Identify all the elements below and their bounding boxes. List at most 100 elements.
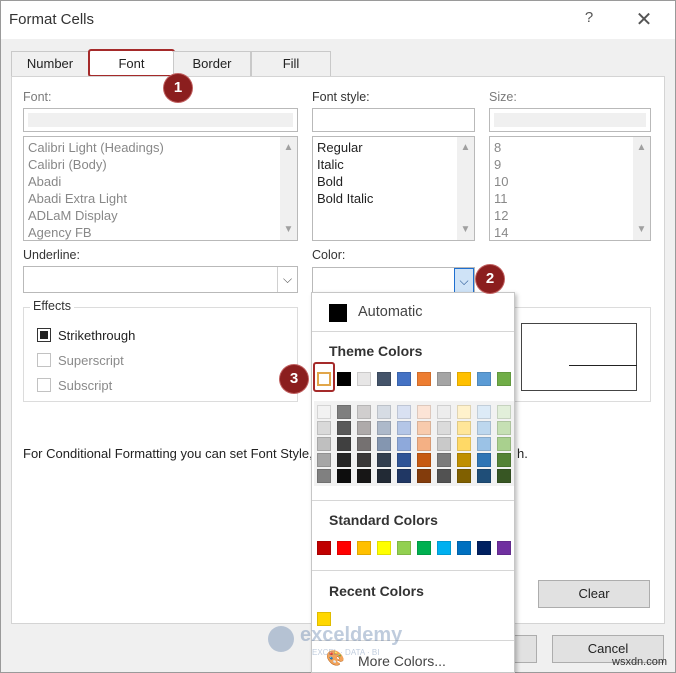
theme-shade-swatch[interactable] <box>397 405 411 419</box>
size-list[interactable]: 8 9 10 11 12 14 ▲ ▼ <box>489 136 651 241</box>
font-list[interactable]: Calibri Light (Headings) Calibri (Body) … <box>23 136 298 241</box>
theme-shade-swatch[interactable] <box>477 421 491 435</box>
standard-color-swatch[interactable] <box>437 541 451 555</box>
theme-color-swatch[interactable] <box>437 372 451 386</box>
chevron-down-icon[interactable]: ⌵ <box>277 267 297 292</box>
theme-shade-swatch[interactable] <box>497 405 511 419</box>
theme-shade-swatch[interactable] <box>317 469 331 483</box>
list-item[interactable]: Calibri Light (Headings) <box>24 139 297 156</box>
theme-shade-swatch[interactable] <box>477 405 491 419</box>
clear-button[interactable]: Clear <box>538 580 650 608</box>
font-style-input[interactable] <box>312 108 475 132</box>
list-item[interactable]: ADLaM Display <box>24 207 297 224</box>
theme-shade-swatch[interactable] <box>497 437 511 451</box>
theme-shade-swatch[interactable] <box>337 453 351 467</box>
list-item[interactable]: 9 <box>490 156 650 173</box>
theme-shade-swatch[interactable] <box>357 469 371 483</box>
theme-shade-swatch[interactable] <box>417 405 431 419</box>
scroll-up-icon[interactable]: ▲ <box>633 139 650 156</box>
list-item[interactable]: 14 <box>490 224 650 240</box>
theme-shade-swatch[interactable] <box>357 405 371 419</box>
chevron-down-icon[interactable]: ⌵ <box>454 268 474 293</box>
theme-shade-swatch[interactable] <box>317 453 331 467</box>
standard-color-swatch[interactable] <box>377 541 391 555</box>
theme-shade-swatch[interactable] <box>377 453 391 467</box>
theme-shade-swatch[interactable] <box>437 405 451 419</box>
standard-color-swatch[interactable] <box>357 541 371 555</box>
subscript-label[interactable]: Subscript <box>58 378 112 393</box>
help-button[interactable]: ? <box>579 9 599 31</box>
scroll-up-icon[interactable]: ▲ <box>457 139 474 156</box>
theme-color-swatch[interactable] <box>357 372 371 386</box>
theme-shade-swatch[interactable] <box>377 421 391 435</box>
theme-shade-swatch[interactable] <box>477 469 491 483</box>
scroll-up-icon[interactable]: ▲ <box>280 139 297 156</box>
list-item[interactable]: 12 <box>490 207 650 224</box>
theme-color-swatch[interactable] <box>377 372 391 386</box>
scroll-down-icon[interactable]: ▼ <box>633 221 650 238</box>
tab-number[interactable]: Number <box>11 51 89 77</box>
theme-shade-swatch[interactable] <box>417 421 431 435</box>
automatic-color-swatch[interactable] <box>329 304 347 322</box>
theme-shade-swatch[interactable] <box>397 437 411 451</box>
theme-shade-swatch[interactable] <box>377 469 391 483</box>
theme-shade-swatch[interactable] <box>397 453 411 467</box>
standard-color-swatch[interactable] <box>477 541 491 555</box>
list-item[interactable]: Abadi Extra Light <box>24 190 297 207</box>
theme-shade-swatch[interactable] <box>437 437 451 451</box>
theme-shade-swatch[interactable] <box>357 421 371 435</box>
theme-shade-swatch[interactable] <box>457 469 471 483</box>
theme-color-swatch[interactable] <box>417 372 431 386</box>
list-item[interactable]: Bold Italic <box>313 190 474 207</box>
color-dropdown[interactable]: ⌵ <box>312 267 475 294</box>
tab-fill[interactable]: Fill <box>251 51 331 77</box>
theme-shade-swatch[interactable] <box>417 453 431 467</box>
theme-color-swatch[interactable] <box>477 372 491 386</box>
theme-color-swatch[interactable] <box>457 372 471 386</box>
superscript-checkbox[interactable] <box>37 353 51 367</box>
standard-color-swatch[interactable] <box>397 541 411 555</box>
theme-shade-swatch[interactable] <box>337 437 351 451</box>
theme-shade-swatch[interactable] <box>497 469 511 483</box>
scroll-down-icon[interactable]: ▼ <box>457 221 474 238</box>
theme-shade-swatch[interactable] <box>497 421 511 435</box>
list-item[interactable]: 8 <box>490 139 650 156</box>
list-item[interactable]: Abadi <box>24 173 297 190</box>
theme-shade-swatch[interactable] <box>397 421 411 435</box>
theme-shade-swatch[interactable] <box>337 469 351 483</box>
font-style-scrollbar[interactable]: ▲ ▼ <box>457 137 474 240</box>
tab-border[interactable]: Border <box>173 51 251 77</box>
standard-color-swatch[interactable] <box>497 541 511 555</box>
theme-shade-swatch[interactable] <box>377 405 391 419</box>
scroll-down-icon[interactable]: ▼ <box>280 221 297 238</box>
list-item[interactable]: Agency FB <box>24 224 297 240</box>
theme-shade-swatch[interactable] <box>477 453 491 467</box>
theme-shade-swatch[interactable] <box>437 469 451 483</box>
theme-shade-swatch[interactable] <box>417 469 431 483</box>
list-item[interactable]: Regular <box>313 139 474 156</box>
theme-shade-swatch[interactable] <box>317 437 331 451</box>
theme-shade-swatch[interactable] <box>437 421 451 435</box>
tab-font[interactable]: Font <box>88 49 175 77</box>
list-item[interactable]: Calibri (Body) <box>24 156 297 173</box>
theme-shade-swatch[interactable] <box>357 437 371 451</box>
standard-color-swatch[interactable] <box>317 541 331 555</box>
theme-shade-swatch[interactable] <box>317 421 331 435</box>
strikethrough-label[interactable]: Strikethrough <box>58 328 135 343</box>
size-input[interactable] <box>489 108 651 132</box>
theme-shade-swatch[interactable] <box>357 453 371 467</box>
theme-shade-swatch[interactable] <box>377 437 391 451</box>
theme-shade-swatch[interactable] <box>437 453 451 467</box>
list-item[interactable]: Italic <box>313 156 474 173</box>
theme-shade-swatch[interactable] <box>457 437 471 451</box>
standard-color-swatch[interactable] <box>457 541 471 555</box>
list-item[interactable]: 11 <box>490 190 650 207</box>
subscript-checkbox[interactable] <box>37 378 51 392</box>
theme-color-swatch[interactable] <box>497 372 511 386</box>
superscript-label[interactable]: Superscript <box>58 353 124 368</box>
theme-color-swatch[interactable] <box>397 372 411 386</box>
list-item[interactable]: 10 <box>490 173 650 190</box>
theme-shade-swatch[interactable] <box>337 421 351 435</box>
strikethrough-checkbox[interactable] <box>37 328 51 342</box>
automatic-color-option[interactable]: Automatic <box>358 304 422 320</box>
